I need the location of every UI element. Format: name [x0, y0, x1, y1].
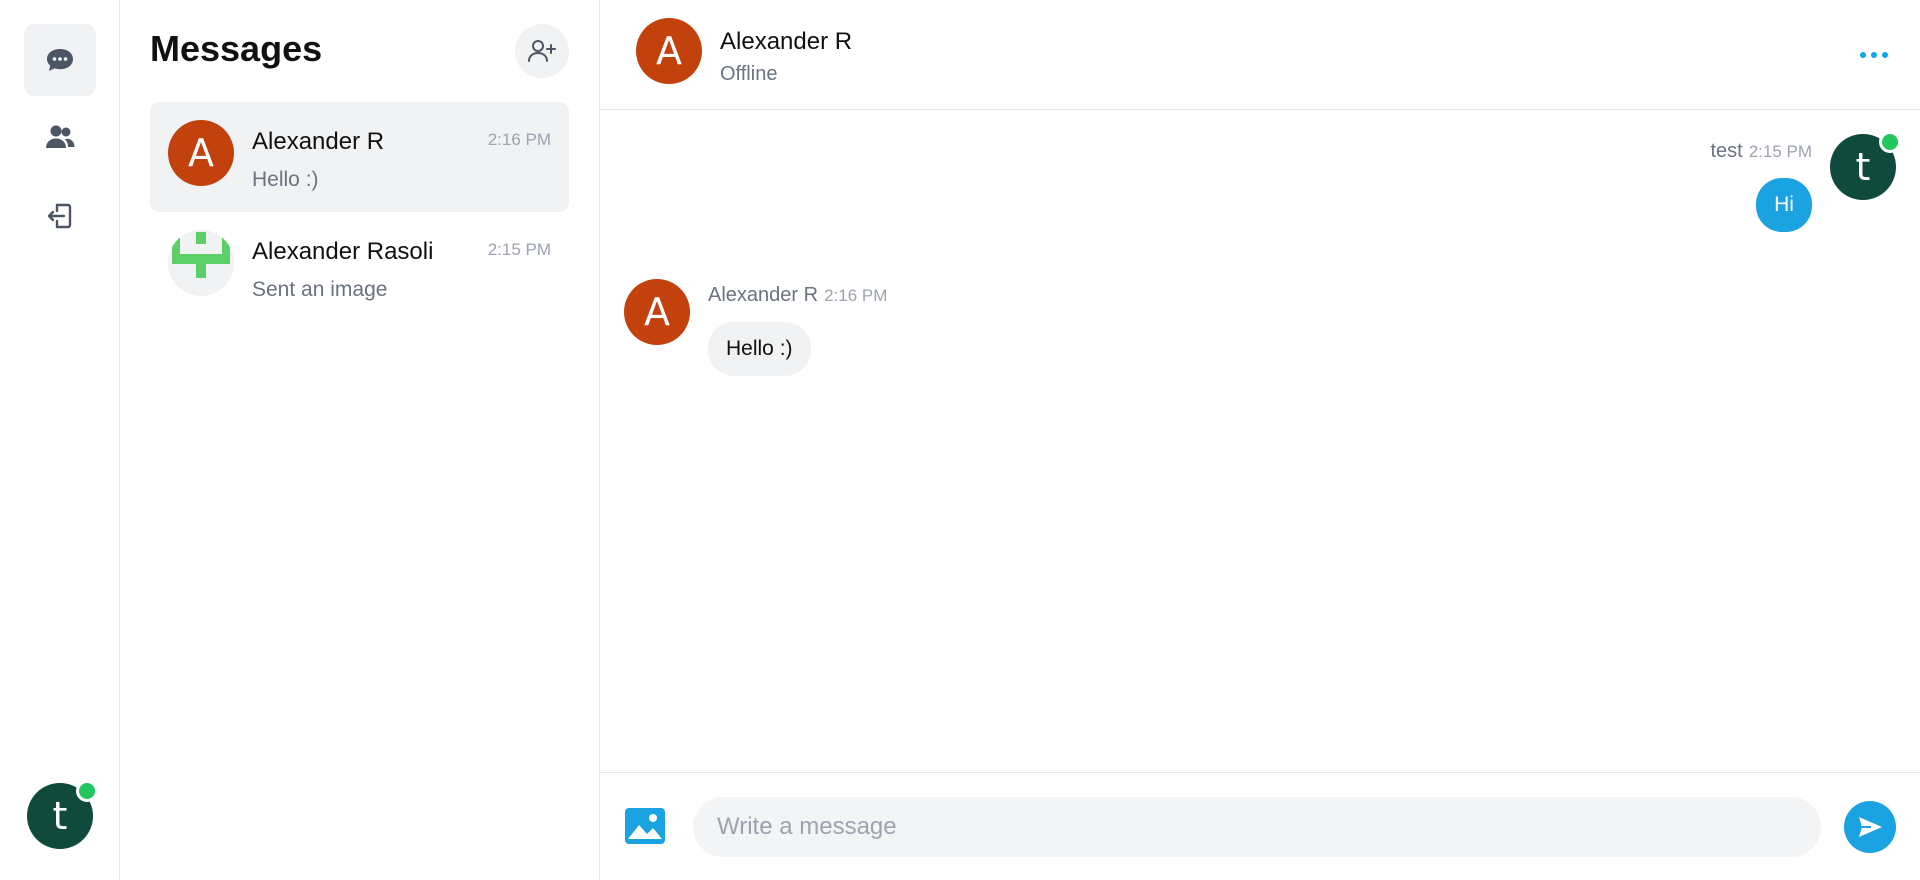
chat-app: t Messages A Alexander R 2:16 PM Hello :…: [0, 0, 1920, 880]
nav-logout-button[interactable]: [24, 180, 96, 252]
logout-icon: [47, 203, 72, 229]
chat-bubble-icon: [47, 49, 73, 71]
contact-name: Alexander Rasoli: [252, 238, 434, 265]
conversation-list-panel: Messages A Alexander R 2:16 PM Hello :): [120, 0, 600, 880]
conversation-time: 2:15 PM: [487, 240, 551, 259]
more-options-button[interactable]: [1852, 40, 1896, 70]
more-dots-icon: [1882, 52, 1888, 58]
chat-contact-status: Offline: [720, 63, 778, 85]
attach-image-button[interactable]: [624, 807, 666, 845]
nav-messages-button[interactable]: [24, 24, 96, 96]
identicon-avatar: [168, 230, 234, 296]
conversation-preview: Sent an image: [252, 278, 388, 301]
contact-avatar: A: [168, 120, 234, 186]
image-icon: [625, 808, 665, 844]
message-time: 2:15 PM: [1748, 142, 1812, 161]
chat-header: A Alexander R Offline: [600, 0, 1920, 110]
chat-contact-initial: A: [656, 29, 682, 73]
conversation-item[interactable]: Alexander Rasoli 2:15 PM Sent an image: [150, 212, 569, 322]
contact-name: Alexander R: [252, 128, 385, 155]
nav-rail: t: [0, 0, 120, 880]
chat-contact-name: Alexander R: [720, 28, 853, 55]
conversation-preview: Hello :): [252, 168, 319, 191]
page-title: Messages: [150, 28, 323, 69]
more-dots-icon: [1871, 52, 1877, 58]
nav-contacts-button[interactable]: [24, 101, 96, 173]
conversation-item[interactable]: A Alexander R 2:16 PM Hello :): [150, 102, 569, 212]
contact-initial: A: [188, 131, 214, 175]
send-button[interactable]: [1844, 801, 1896, 853]
more-dots-icon: [1860, 52, 1866, 58]
current-user-initial: t: [52, 794, 68, 838]
online-status-dot: [1879, 131, 1901, 153]
sender-initial: A: [644, 290, 670, 334]
message-bubble-incoming: Hello :): [708, 322, 811, 376]
message-composer: [600, 772, 1920, 880]
message-meta: test 2:15 PM: [1710, 140, 1812, 163]
message-time: 2:16 PM: [824, 286, 888, 305]
current-user-avatar[interactable]: t: [27, 780, 98, 849]
sender-avatar[interactable]: A: [624, 279, 690, 345]
add-contact-button[interactable]: [515, 24, 569, 78]
message-sender: test: [1710, 140, 1743, 162]
message-bubble-outgoing: Hi: [1756, 178, 1812, 232]
message-input[interactable]: [693, 797, 1821, 857]
send-icon: [1859, 817, 1882, 837]
identicon-image: [172, 232, 230, 278]
users-icon: [46, 125, 75, 148]
message-meta: Alexander R 2:16 PM: [708, 284, 887, 307]
sender-avatar[interactable]: t: [1830, 131, 1901, 200]
online-status-dot: [76, 780, 98, 802]
chat-contact-avatar[interactable]: A: [636, 18, 702, 84]
add-user-icon: [528, 40, 556, 62]
chat-panel: A Alexander R Offline test 2:15 PM Hi t A…: [600, 0, 1920, 880]
conversation-time: 2:16 PM: [487, 130, 551, 149]
sender-initial: t: [1855, 145, 1871, 189]
message-sender: Alexander R: [708, 284, 819, 306]
